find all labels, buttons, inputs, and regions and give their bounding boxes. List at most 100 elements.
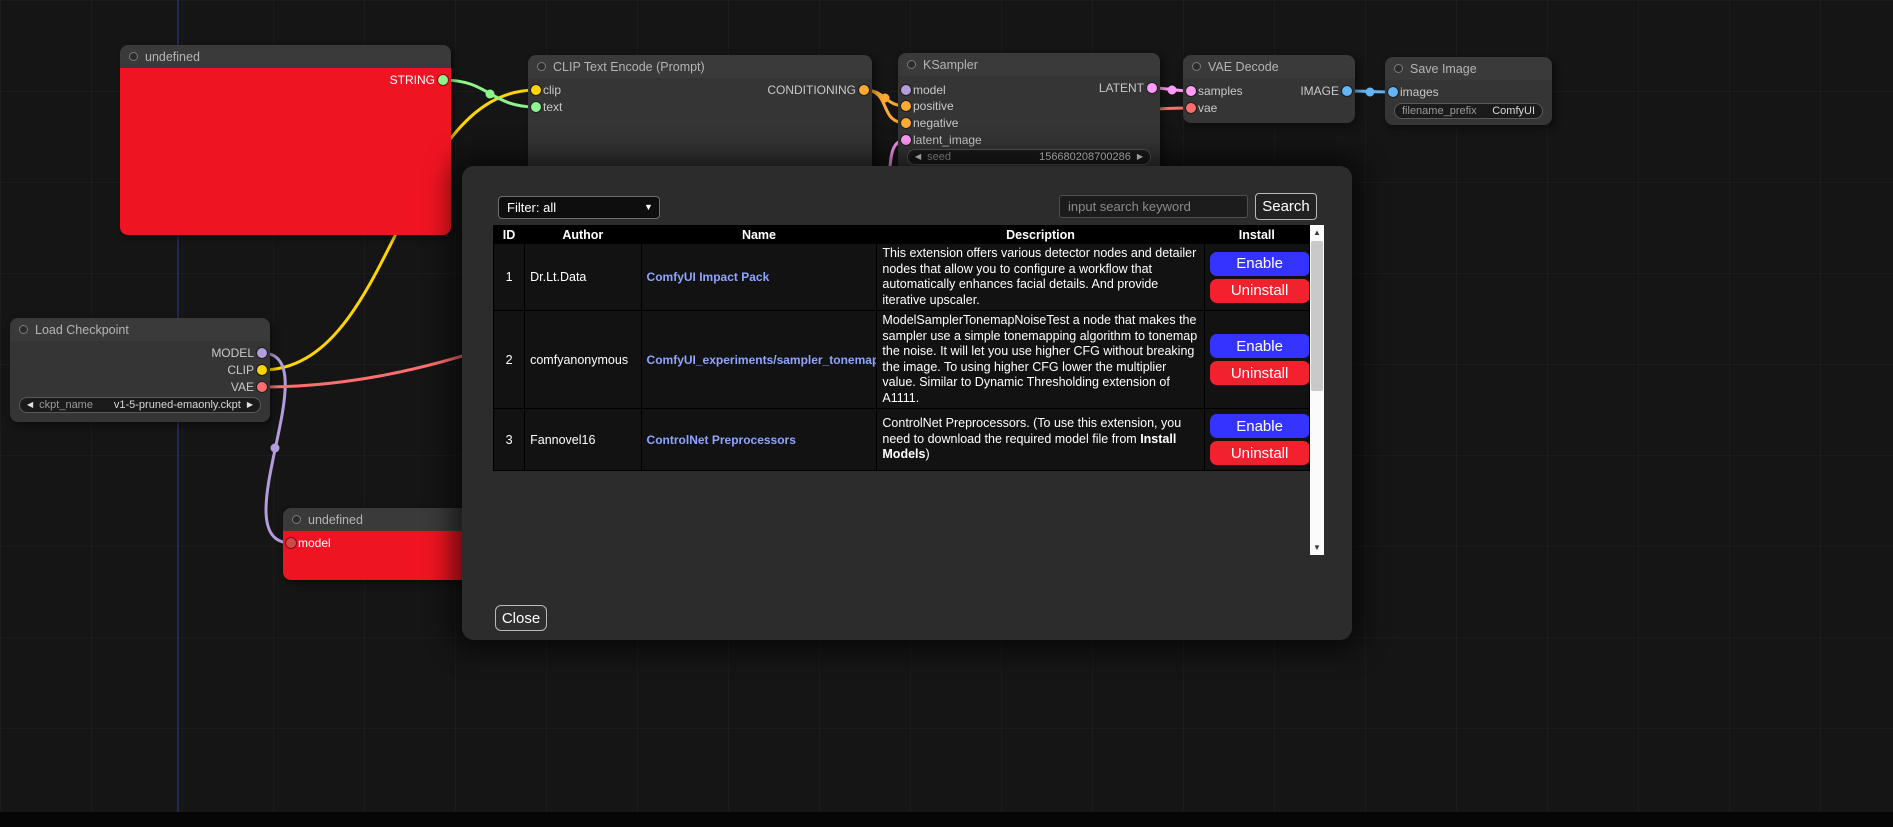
output-slot-string-dot[interactable] (438, 75, 448, 85)
input-slot-model-dot[interactable] (901, 85, 911, 95)
header-id: ID (494, 226, 525, 244)
widget-value: ComfyUI (1492, 105, 1535, 117)
node-save-image[interactable]: Save Image images filename_prefix ComfyU… (1385, 57, 1552, 125)
seed-widget[interactable]: ◀ seed 156680208700286 ▶ (907, 149, 1151, 165)
cell-description: ModelSamplerTonemapNoiseTest a node that… (877, 311, 1204, 409)
collapse-dot-icon[interactable] (19, 325, 28, 334)
node-title: undefined (145, 50, 200, 64)
output-slot-clip-dot[interactable] (257, 365, 267, 375)
node-load-checkpoint[interactable]: Load Checkpoint MODEL CLIP VAE ◀ ckpt_na… (10, 318, 270, 422)
node-ksampler[interactable]: KSampler model positive negative latent_… (898, 53, 1160, 180)
node-undefined-bottom[interactable]: undefined model (283, 508, 483, 580)
cell-install: Enable Uninstall (1204, 244, 1309, 311)
output-slot-model-dot[interactable] (257, 348, 267, 358)
node-body: samples vae IMAGE (1183, 78, 1355, 123)
output-slot-conditioning-dot[interactable] (859, 85, 869, 95)
scroll-up-icon[interactable]: ▲ (1310, 225, 1324, 240)
widget-prev-icon[interactable]: ◀ (27, 397, 33, 413)
enable-button[interactable]: Enable (1210, 334, 1310, 358)
extensions-table-container: ID Author Name Description Install 1 Dr.… (493, 225, 1324, 555)
input-slot-text-dot[interactable] (531, 102, 541, 112)
node-body: model positive negative latent_image LAT… (898, 76, 1160, 180)
enable-button[interactable]: Enable (1210, 414, 1310, 438)
widget-label: seed (927, 151, 951, 163)
input-label-positive: positive (913, 99, 954, 113)
widget-next-icon[interactable]: ▶ (247, 397, 253, 413)
header-install: Install (1204, 226, 1309, 244)
input-slot-latent-image-dot[interactable] (901, 135, 911, 145)
output-slot-image-dot[interactable] (1342, 86, 1352, 96)
extension-link[interactable]: ComfyUI Impact Pack (647, 270, 770, 284)
input-label-images: images (1400, 85, 1439, 99)
table-row: 3 Fannovel16 ControlNet Preprocessors Co… (494, 409, 1310, 471)
collapse-dot-icon[interactable] (1394, 64, 1403, 73)
widget-increment-icon[interactable]: ▶ (1137, 149, 1143, 165)
header-name: Name (641, 226, 877, 244)
input-label-latent-image: latent_image (913, 133, 982, 147)
node-body: model (283, 531, 483, 580)
collapse-dot-icon[interactable] (292, 515, 301, 524)
node-header[interactable]: CLIP Text Encode (Prompt) (528, 55, 872, 78)
canvas-bottom-edge (0, 812, 1893, 827)
collapse-dot-icon[interactable] (129, 52, 138, 61)
node-header[interactable]: Save Image (1385, 57, 1552, 80)
input-slot-images-dot[interactable] (1388, 87, 1398, 97)
input-label-model: model (298, 536, 331, 550)
table-scrollbar[interactable]: ▲ ▼ (1310, 225, 1324, 555)
collapse-dot-icon[interactable] (537, 62, 546, 71)
cell-id: 2 (494, 311, 525, 409)
search-input[interactable] (1059, 195, 1248, 218)
output-label-clip: CLIP (227, 363, 254, 377)
output-label-vae: VAE (231, 380, 254, 394)
input-label-clip: clip (543, 83, 561, 97)
input-slot-negative-dot[interactable] (901, 118, 911, 128)
ckpt-name-widget[interactable]: ◀ ckpt_name v1-5-pruned-emaonly.ckpt ▶ (19, 397, 261, 413)
node-header[interactable]: VAE Decode (1183, 55, 1355, 78)
cell-id: 3 (494, 409, 525, 471)
header-description: Description (877, 226, 1204, 244)
widget-decrement-icon[interactable]: ◀ (915, 149, 921, 165)
description-text: ) (925, 447, 929, 461)
uninstall-button[interactable]: Uninstall (1210, 361, 1310, 385)
node-vae-decode[interactable]: VAE Decode samples vae IMAGE (1183, 55, 1355, 123)
output-label-image: IMAGE (1300, 84, 1339, 98)
uninstall-button[interactable]: Uninstall (1210, 441, 1310, 465)
input-slot-vae-dot[interactable] (1186, 103, 1196, 113)
collapse-dot-icon[interactable] (1192, 62, 1201, 71)
node-title: undefined (308, 513, 363, 527)
output-label-model: MODEL (211, 346, 254, 360)
scrollbar-thumb[interactable] (1311, 241, 1323, 391)
scroll-down-icon[interactable]: ▼ (1310, 540, 1324, 555)
input-label-text: text (543, 100, 562, 114)
extension-link[interactable]: ControlNet Preprocessors (647, 433, 796, 447)
node-header[interactable]: Load Checkpoint (10, 318, 270, 341)
uninstall-button[interactable]: Uninstall (1210, 279, 1310, 303)
node-header[interactable]: undefined (120, 45, 451, 68)
input-slot-clip-dot[interactable] (531, 85, 541, 95)
output-slot-latent-dot[interactable] (1147, 83, 1157, 93)
widget-label: ckpt_name (39, 399, 93, 411)
input-label-samples: samples (1198, 84, 1243, 98)
table-row: 2 comfyanonymous ComfyUI_experiments/sam… (494, 311, 1310, 409)
input-slot-positive-dot[interactable] (901, 101, 911, 111)
cell-description: This extension offers various detector n… (877, 244, 1204, 311)
node-title: Load Checkpoint (35, 323, 129, 337)
input-slot-model-dot[interactable] (286, 538, 296, 548)
enable-button[interactable]: Enable (1210, 252, 1310, 276)
cell-install: Enable Uninstall (1204, 409, 1309, 471)
node-header[interactable]: KSampler (898, 53, 1160, 76)
search-button[interactable]: Search (1255, 193, 1317, 220)
extension-link[interactable]: ComfyUI_experiments/sampler_tonemap (647, 353, 877, 367)
filter-select[interactable]: Filter: all (498, 196, 660, 219)
table-header-row: ID Author Name Description Install (494, 226, 1310, 244)
filename-prefix-widget[interactable]: filename_prefix ComfyUI (1394, 103, 1543, 119)
node-title: VAE Decode (1208, 60, 1279, 74)
node-header[interactable]: undefined (283, 508, 483, 531)
close-button[interactable]: Close (495, 605, 547, 631)
input-slot-samples-dot[interactable] (1186, 86, 1196, 96)
collapse-dot-icon[interactable] (907, 60, 916, 69)
cell-id: 1 (494, 244, 525, 311)
manager-install-nodes-dialog: Filter: all ▼ Search ID Author Name Desc… (462, 166, 1352, 640)
node-undefined-top[interactable]: undefined STRING (120, 45, 451, 235)
output-slot-vae-dot[interactable] (257, 382, 267, 392)
